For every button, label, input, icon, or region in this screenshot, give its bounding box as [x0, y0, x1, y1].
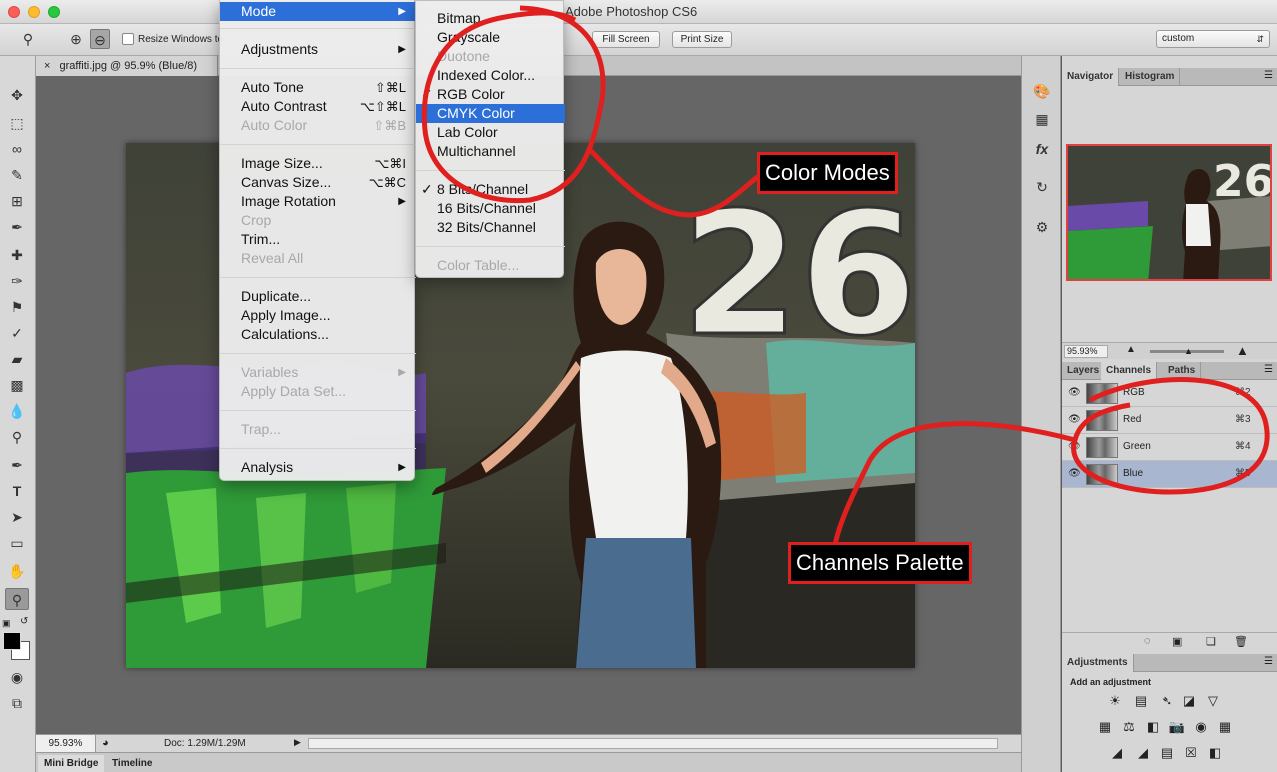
channels-pointer — [832, 421, 1076, 546]
color-modes-circle — [421, 5, 606, 204]
color-modes-pointer — [588, 148, 762, 218]
annotation-overlay — [421, 5, 1270, 546]
color-modes-callout: Color Modes — [757, 152, 898, 194]
channels-circle — [1071, 377, 1270, 495]
channels-palette-callout: Channels Palette — [788, 542, 972, 584]
